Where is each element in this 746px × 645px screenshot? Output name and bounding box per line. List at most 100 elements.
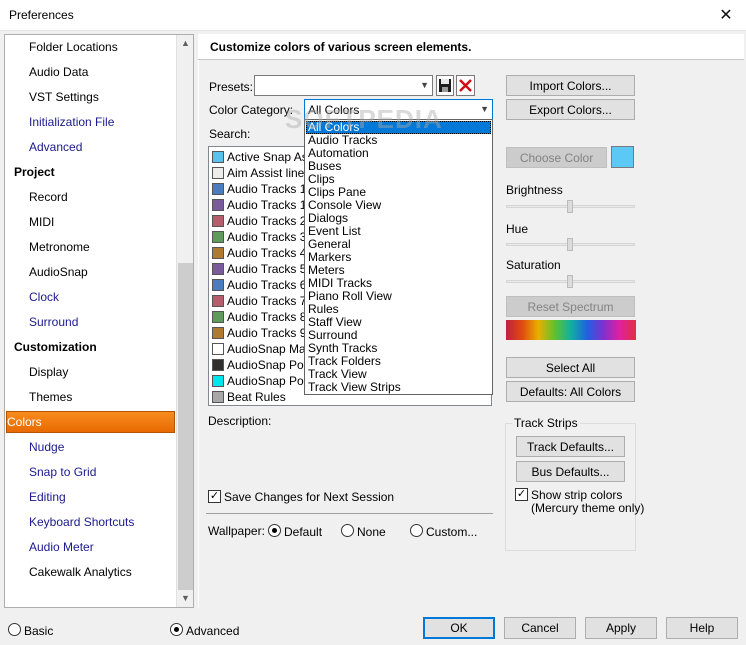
list-item[interactable]: AudioSnap Mark bbox=[212, 341, 316, 357]
nav-item-project[interactable]: Project bbox=[5, 161, 177, 183]
save-changes-label: Save Changes for Next Session bbox=[224, 490, 395, 504]
scroll-thumb[interactable] bbox=[178, 263, 193, 590]
nav-item-display[interactable]: Display bbox=[5, 361, 177, 383]
save-changes-checkbox[interactable]: ✓ bbox=[208, 490, 221, 503]
nav-item-themes[interactable]: Themes bbox=[5, 386, 177, 408]
cancel-button[interactable]: Cancel bbox=[504, 617, 576, 639]
basic-mode-label: Basic bbox=[24, 624, 54, 638]
list-item[interactable]: Audio Tracks 3, bbox=[212, 229, 310, 245]
wallpaper-none-radio[interactable] bbox=[341, 524, 354, 537]
color-swatch bbox=[212, 167, 224, 179]
advanced-mode-radio[interactable] bbox=[170, 623, 183, 636]
list-item[interactable]: Audio Tracks 10 bbox=[212, 197, 313, 213]
nav-item-nudge[interactable]: Nudge bbox=[5, 436, 177, 458]
select-all-button[interactable]: Select All bbox=[506, 357, 635, 378]
nav-item-audiosnap[interactable]: AudioSnap bbox=[5, 261, 177, 283]
apply-button[interactable]: Apply bbox=[585, 617, 657, 639]
color-spectrum[interactable] bbox=[506, 320, 636, 340]
color-swatch bbox=[212, 343, 224, 355]
list-item[interactable]: Aim Assist line bbox=[212, 165, 304, 181]
list-item[interactable]: Audio Tracks 9, bbox=[212, 325, 310, 341]
dropdown-option[interactable]: Track View Strips bbox=[306, 381, 491, 394]
nav-item-colors[interactable]: Colors bbox=[6, 411, 175, 433]
nav-item-vst-settings[interactable]: VST Settings bbox=[5, 86, 177, 108]
show-strip-colors-checkbox[interactable]: ✓ bbox=[515, 488, 528, 501]
nav-scrollbar[interactable]: ▲ ▼ bbox=[176, 35, 193, 607]
wallpaper-none-label: None bbox=[357, 525, 386, 539]
nav-item-keyboard-shortcuts[interactable]: Keyboard Shortcuts bbox=[5, 511, 177, 533]
track-defaults-button[interactable]: Track Defaults... bbox=[516, 436, 625, 457]
wallpaper-custom-radio[interactable] bbox=[410, 524, 423, 537]
nav-item-advanced[interactable]: Advanced bbox=[5, 136, 177, 158]
current-color-swatch[interactable] bbox=[611, 146, 634, 168]
list-item[interactable]: Audio Tracks 6, bbox=[212, 277, 310, 293]
list-item[interactable]: AudioSnap Pool bbox=[212, 373, 313, 389]
scroll-down-icon[interactable]: ▼ bbox=[177, 590, 194, 607]
wallpaper-custom-label: Custom... bbox=[426, 525, 478, 539]
nav-item-midi[interactable]: MIDI bbox=[5, 211, 177, 233]
list-item[interactable]: AudioSnap Pool bbox=[212, 357, 313, 373]
list-item[interactable]: Active Snap Ass bbox=[212, 149, 314, 165]
close-icon[interactable]: ✕ bbox=[706, 0, 746, 31]
nav-item-record[interactable]: Record bbox=[5, 186, 177, 208]
presets-combo[interactable]: ▼ bbox=[254, 75, 433, 96]
advanced-mode-label: Advanced bbox=[186, 624, 240, 638]
nav-item-audio-meter[interactable]: Audio Meter bbox=[5, 536, 177, 558]
delete-preset-button[interactable] bbox=[456, 75, 475, 96]
import-colors-button[interactable]: Import Colors... bbox=[506, 75, 635, 96]
reset-spectrum-button[interactable]: Reset Spectrum bbox=[506, 296, 635, 317]
list-item[interactable]: Audio Tracks 7, bbox=[212, 293, 310, 309]
floppy-disk-icon bbox=[439, 79, 451, 92]
basic-mode-radio[interactable] bbox=[8, 623, 21, 636]
help-button[interactable]: Help bbox=[666, 617, 738, 639]
preferences-nav: Folder Locations Audio Data VST Settings In… bbox=[4, 34, 194, 608]
list-item-label: Audio Tracks 10 bbox=[227, 198, 314, 212]
color-swatch bbox=[212, 391, 224, 403]
list-item[interactable]: Audio Tracks 2, bbox=[212, 213, 310, 229]
brightness-slider-thumb[interactable] bbox=[567, 200, 573, 213]
presets-label: Presets: bbox=[209, 80, 254, 94]
saturation-slider-thumb[interactable] bbox=[567, 275, 573, 288]
ok-button[interactable]: OK bbox=[423, 617, 495, 639]
nav-item-clock[interactable]: Clock bbox=[5, 286, 177, 308]
nav-item-cakewalk-analytics[interactable]: Cakewalk Analytics bbox=[5, 561, 177, 583]
wallpaper-default-radio[interactable] bbox=[268, 524, 281, 537]
nav-item-metronome[interactable]: Metronome bbox=[5, 236, 177, 258]
color-swatch bbox=[212, 295, 224, 307]
color-swatch bbox=[212, 183, 224, 195]
nav-item-audio-data[interactable]: Audio Data bbox=[5, 61, 177, 83]
chevron-down-icon: ▼ bbox=[480, 104, 489, 114]
color-category-combo[interactable]: All Colors ▼ bbox=[304, 99, 493, 120]
list-item-label: Audio Tracks 9, bbox=[227, 326, 310, 340]
wallpaper-default-label: Default bbox=[284, 525, 323, 539]
list-item-label: Audio Tracks 6, bbox=[227, 278, 310, 292]
save-preset-button[interactable] bbox=[436, 75, 454, 96]
list-item-label: Audio Tracks 7, bbox=[227, 294, 310, 308]
nav-item-initialization-file[interactable]: Initialization File bbox=[5, 111, 177, 133]
chevron-down-icon: ▼ bbox=[420, 80, 429, 90]
nav-item-folder-locations[interactable]: Folder Locations bbox=[5, 36, 177, 58]
hue-slider-thumb[interactable] bbox=[567, 238, 573, 251]
nav-item-surround[interactable]: Surround bbox=[5, 311, 177, 333]
window-title: Preferences bbox=[9, 8, 74, 22]
export-colors-button[interactable]: Export Colors... bbox=[506, 99, 635, 120]
bus-defaults-button[interactable]: Bus Defaults... bbox=[516, 461, 625, 482]
list-item[interactable]: Audio Tracks 8, bbox=[212, 309, 310, 325]
red-x-icon bbox=[459, 79, 472, 92]
list-item[interactable]: Audio Tracks 1, bbox=[212, 181, 310, 197]
nav-item-customization[interactable]: Customization bbox=[5, 336, 177, 358]
list-item[interactable]: Audio Tracks 5, bbox=[212, 261, 310, 277]
checkmark-icon: ✓ bbox=[516, 488, 527, 500]
color-category-dropdown[interactable]: All Colors Audio Tracks Automation Buses Cli… bbox=[304, 119, 493, 395]
choose-color-button[interactable]: Choose Color bbox=[506, 147, 607, 168]
defaults-all-colors-button[interactable]: Defaults: All Colors bbox=[506, 381, 635, 402]
list-item-label: AudioSnap Pool bbox=[227, 358, 314, 372]
list-item[interactable]: Audio Tracks 4, bbox=[212, 245, 310, 261]
list-item-label: AudioSnap Pool bbox=[227, 374, 314, 388]
color-swatch bbox=[212, 327, 224, 339]
nav-item-snap-to-grid[interactable]: Snap to Grid bbox=[5, 461, 177, 483]
list-item[interactable]: Beat Rules bbox=[212, 389, 286, 405]
nav-item-editing[interactable]: Editing bbox=[5, 486, 177, 508]
color-swatch bbox=[212, 375, 224, 387]
scroll-up-icon[interactable]: ▲ bbox=[177, 35, 194, 52]
